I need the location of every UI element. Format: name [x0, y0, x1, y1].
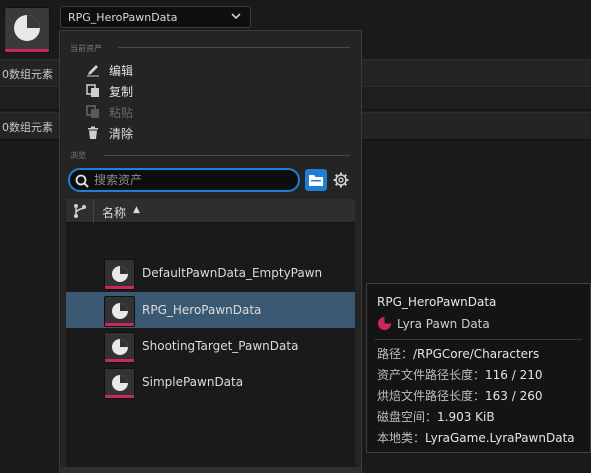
paste-menu-item[interactable]: 粘贴	[86, 103, 133, 121]
pencil-icon	[86, 63, 100, 77]
array-count-label: 0数组元素	[2, 121, 53, 134]
settings-button[interactable]	[331, 170, 351, 190]
menu-resize-bar[interactable]	[60, 467, 361, 473]
paste-icon	[86, 105, 100, 119]
current-asset-header: 当前资产	[70, 44, 102, 53]
tooltip-path-key: 路径：	[377, 347, 414, 361]
clear-label: 清除	[109, 126, 134, 141]
tooltip-asset-path-length-value: 116 / 210	[485, 368, 543, 382]
section-divider	[118, 47, 350, 48]
asset-picker-value: RPG_HeroPawnData	[68, 11, 178, 24]
tooltip-path: 路径：/RPGCore/Characters	[377, 345, 539, 362]
tooltip-asset-type: Lyra Pawn Data	[377, 316, 490, 331]
asset-thumbnail	[104, 332, 135, 363]
selected-asset-thumbnail[interactable]	[4, 7, 50, 53]
asset-list-item[interactable]: ShootingTarget_PawnData	[66, 328, 355, 364]
asset-color-stripe	[105, 286, 134, 289]
asset-color-stripe	[5, 49, 49, 52]
tooltip-native-class-key: 本地类：	[377, 431, 426, 445]
tooltip-cooked-path-length-key: 烘焙文件路径长度：	[377, 389, 486, 403]
pawn-data-icon	[14, 15, 40, 41]
asset-color-stripe	[105, 323, 134, 326]
chevron-down-icon	[231, 11, 241, 24]
tooltip-native-class-value: LyraGame.LyraPawnData	[425, 431, 575, 445]
tooltip-native-class: 本地类：LyraGame.LyraPawnData	[377, 429, 575, 446]
asset-list-item[interactable]: SimplePawnData	[66, 364, 355, 400]
asset-name: ShootingTarget_PawnData	[142, 339, 299, 353]
asset-color-stripe	[105, 359, 134, 362]
edit-label: 编辑	[109, 63, 134, 78]
asset-name: DefaultPawnData_EmptyPawn	[142, 266, 323, 280]
tooltip-disk-size-key: 磁盘空间：	[377, 410, 438, 424]
tooltip-asset-path-length: 资产文件路径长度：116 / 210	[377, 366, 543, 383]
search-box[interactable]	[68, 168, 300, 192]
sort-ascending-icon[interactable]: ▲	[133, 205, 140, 215]
asset-list-item[interactable]: DefaultPawnData_EmptyPawn	[66, 255, 355, 291]
pawn-data-icon	[112, 375, 128, 391]
folder-icon	[309, 175, 323, 186]
copy-icon	[86, 84, 100, 98]
copy-menu-item[interactable]: 复制	[86, 82, 133, 100]
search-icon	[75, 174, 89, 188]
tooltip-type-label: Lyra Pawn Data	[397, 316, 490, 331]
asset-thumbnail	[104, 259, 135, 290]
branch-icon	[73, 204, 86, 218]
search-input[interactable]	[94, 172, 294, 188]
asset-picker-combo[interactable]: RPG_HeroPawnData	[60, 6, 251, 28]
browse-header: 浏览	[70, 151, 86, 160]
asset-thumbnail	[104, 368, 135, 399]
tooltip-divider	[375, 339, 582, 340]
tooltip-cooked-path-length-value: 163 / 260	[485, 389, 543, 403]
asset-picker-menu: 当前资产 编辑 复制 粘贴 清除 浏览 搜索资产 名称 ▲ DefaultPaw…	[59, 30, 362, 473]
tooltip-cooked-path-length: 烘焙文件路径长度：163 / 260	[377, 387, 543, 404]
section-divider	[104, 155, 350, 156]
tooltip-disk-size-value: 1.903 KiB	[437, 410, 495, 424]
gear-icon	[333, 172, 349, 188]
tooltip-path-value: /RPGCore/Characters	[413, 347, 540, 361]
asset-name: RPG_HeroPawnData	[142, 303, 262, 317]
asset-thumbnail	[104, 296, 135, 327]
clear-menu-item[interactable]: 清除	[86, 124, 133, 142]
tooltip-title: RPG_HeroPawnData	[377, 295, 497, 309]
branch-filter-button[interactable]	[66, 199, 94, 223]
asset-list-item-selected[interactable]: RPG_HeroPawnData	[66, 292, 355, 328]
asset-color-stripe	[105, 395, 134, 398]
browse-folder-button[interactable]	[305, 169, 327, 191]
trash-icon	[86, 126, 100, 140]
pawn-data-icon	[112, 266, 128, 282]
asset-tooltip: RPG_HeroPawnData Lyra Pawn Data 路径：/RPGC…	[366, 283, 591, 453]
name-column-header[interactable]: 名称	[102, 204, 126, 221]
asset-list: 名称 ▲ DefaultPawnData_EmptyPawn RPG_HeroP…	[66, 199, 355, 467]
array-count-label: 0数组元素	[2, 68, 53, 81]
asset-name: SimplePawnData	[142, 375, 244, 389]
pawn-data-icon	[112, 339, 128, 355]
pawn-data-icon	[112, 303, 128, 319]
tooltip-disk-size: 磁盘空间：1.903 KiB	[377, 408, 495, 425]
tooltip-asset-path-length-key: 资产文件路径长度：	[377, 368, 486, 382]
copy-label: 复制	[109, 84, 134, 99]
asset-list-header: 名称 ▲	[66, 199, 355, 223]
edit-menu-item[interactable]: 编辑	[86, 61, 133, 79]
pawn-data-type-icon	[377, 316, 392, 331]
search-row	[68, 168, 354, 192]
paste-label: 粘贴	[109, 105, 134, 120]
